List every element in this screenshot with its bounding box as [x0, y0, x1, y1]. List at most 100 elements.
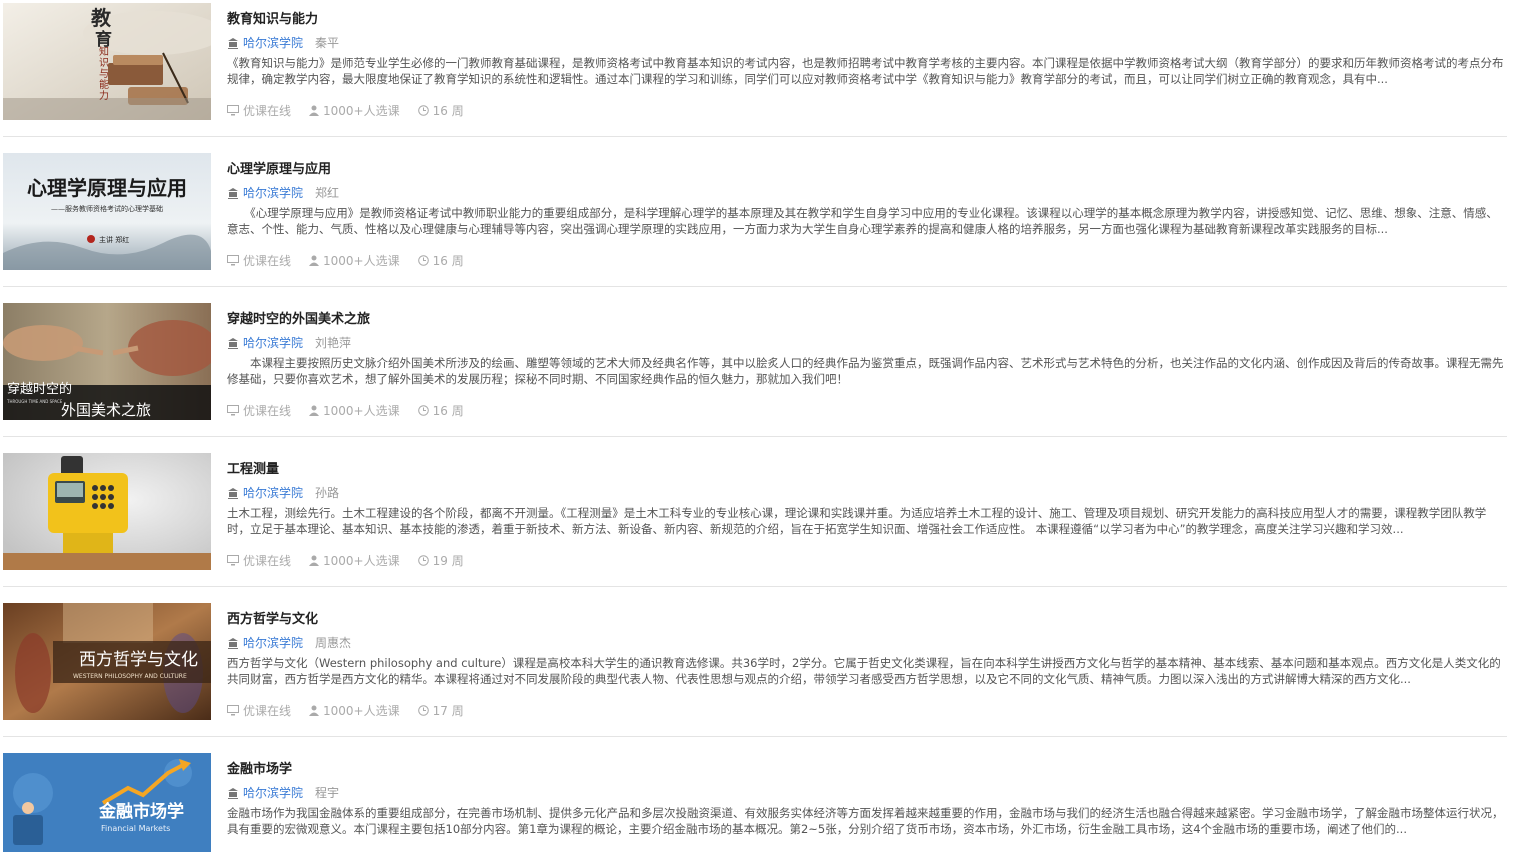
course-item: 西方哲学与文化 WESTERN PHILOSOPHY AND CULTURE 西… [3, 603, 1507, 753]
divider [3, 136, 1507, 137]
cover-char: 力 [99, 89, 109, 102]
school-icon [228, 37, 238, 49]
platform-stat: 优课在线 [227, 252, 291, 269]
teacher-name: 程宇 [315, 786, 340, 800]
course-thumbnail[interactable]: 西方哲学与文化 WESTERN PHILOSOPHY AND CULTURE [3, 603, 211, 720]
school-icon [228, 787, 238, 799]
school-link[interactable]: 哈尔滨学院 [243, 184, 303, 201]
course-title[interactable]: 西方哲学与文化 [227, 608, 318, 627]
course-item: 穿越时空的 THROUGH TIME AND SPACE 外国美术之旅 穿越时空… [3, 303, 1507, 453]
platform-stat: 优课在线 [227, 552, 291, 569]
clock-icon [417, 105, 429, 116]
school-link[interactable]: 哈尔滨学院 [243, 334, 303, 351]
course-stats: 优课在线 1000+人选课 16 周 [227, 102, 482, 119]
user-icon [309, 255, 320, 266]
duration-stat: 17 周 [417, 702, 464, 719]
course-description: 西方哲学与文化（Western philosophy and culture）课… [227, 656, 1501, 686]
course-cover-image: 西方哲学与文化 WESTERN PHILOSOPHY AND CULTURE [3, 603, 211, 720]
teacher-name: 郑红 [315, 186, 340, 200]
user-icon [309, 555, 320, 566]
course-cover-image: 穿越时空的 THROUGH TIME AND SPACE 外国美术之旅 [3, 303, 211, 420]
teacher-name: 周惠杰 [315, 636, 352, 650]
cover-en: Financial Markets [101, 824, 170, 833]
platform-stat: 优课在线 [227, 102, 291, 119]
cover-title: 金融市场学 [98, 801, 184, 822]
school-link[interactable]: 哈尔滨学院 [243, 634, 303, 651]
course-thumbnail[interactable]: 穿越时空的 THROUGH TIME AND SPACE 外国美术之旅 [3, 303, 211, 420]
duration-weeks: 17 周 [432, 704, 464, 718]
course-item: 教 育 知 识 与 能 力 教育知识与能力 哈尔滨学院 秦平 《教育知识与能力》… [3, 3, 1507, 153]
school-link[interactable]: 哈尔滨学院 [243, 34, 303, 51]
enrolled-stat: 1000+人选课 [309, 702, 400, 719]
enrolled-stat: 1000+人选课 [309, 102, 400, 119]
enrolled-count: 1000+人选课 [323, 704, 400, 718]
duration-weeks: 16 周 [432, 254, 464, 268]
clock-icon [417, 705, 429, 716]
platform-label: 优课在线 [243, 554, 292, 568]
course-meta: 哈尔滨学院 刘艳萍 [227, 334, 351, 351]
cover-en: THROUGH TIME AND SPACE [6, 399, 63, 404]
course-meta: 哈尔滨学院 郑红 [227, 184, 339, 201]
divider [3, 736, 1507, 737]
clock-icon [417, 555, 429, 566]
monitor-icon [227, 555, 239, 566]
platform-stat: 优课在线 [227, 402, 291, 419]
course-cover-image: 教 育 知 识 与 能 力 [3, 3, 211, 120]
monitor-icon [227, 255, 239, 266]
cover-subtitle: ——服务教师资格考试的心理学基础 [51, 204, 163, 213]
cover-char: 能 [99, 78, 109, 91]
course-thumbnail[interactable] [3, 453, 211, 570]
divider [3, 436, 1507, 437]
course-description: 土木工程，测绘先行。土木工程建设的各个阶段，都离不开测量。《工程测量》是土木工科… [227, 506, 1487, 536]
duration-stat: 16 周 [417, 102, 464, 119]
duration-stat: 16 周 [417, 402, 464, 419]
monitor-icon [227, 705, 239, 716]
course-stats: 优课在线 1000+人选课 17 周 [227, 702, 482, 719]
enrolled-count: 1000+人选课 [323, 404, 400, 418]
duration-stat: 19 周 [417, 552, 464, 569]
course-thumbnail[interactable]: 教 育 知 识 与 能 力 [3, 3, 211, 120]
platform-stat: 优课在线 [227, 702, 291, 719]
monitor-icon [227, 405, 239, 416]
course-stats: 优课在线 1000+人选课 16 周 [227, 252, 482, 269]
cover-title: 西方哲学与文化 [79, 650, 198, 670]
course-thumbnail[interactable]: 金融市场学 Financial Markets [3, 753, 211, 852]
clock-icon [417, 255, 429, 266]
course-title[interactable]: 工程测量 [227, 458, 279, 477]
school-link[interactable]: 哈尔滨学院 [243, 784, 303, 801]
course-description: 金融市场作为我国金融体系的重要组成部分，在完善市场机制、提供多元化产品和多层次投… [227, 806, 1504, 836]
cover-line-2: 外国美术之旅 [61, 401, 151, 419]
course-thumbnail[interactable]: 心理学原理与应用 ——服务教师资格考试的心理学基础 主讲 郑红 [3, 153, 211, 270]
course-stats: 优课在线 1000+人选课 19 周 [227, 552, 482, 569]
enrolled-stat: 1000+人选课 [309, 252, 400, 269]
course-item: 金融市场学 Financial Markets 金融市场学 哈尔滨学院 程宇 金… [3, 753, 1507, 852]
duration-weeks: 16 周 [432, 404, 464, 418]
enrolled-count: 1000+人选课 [323, 554, 400, 568]
enrolled-stat: 1000+人选课 [309, 402, 400, 419]
duration-weeks: 16 周 [432, 104, 464, 118]
course-title[interactable]: 教育知识与能力 [227, 8, 318, 27]
cover-en: WESTERN PHILOSOPHY AND CULTURE [73, 673, 187, 680]
monitor-icon [227, 105, 239, 116]
cover-char: 教 [91, 6, 112, 30]
course-meta: 哈尔滨学院 孙路 [227, 484, 339, 501]
course-cover-image: 金融市场学 Financial Markets [3, 753, 211, 852]
school-icon [228, 337, 238, 349]
school-link[interactable]: 哈尔滨学院 [243, 484, 303, 501]
cover-author: 主讲 郑红 [99, 235, 129, 244]
course-title[interactable]: 金融市场学 [227, 758, 292, 777]
course-meta: 哈尔滨学院 程宇 [227, 784, 339, 801]
user-icon [309, 105, 320, 116]
course-title[interactable]: 穿越时空的外国美术之旅 [227, 308, 370, 327]
course-description: 《教育知识与能力》是师范专业学生必修的一门教师教育基础课程，是教师资格考试中教育… [227, 56, 1504, 86]
platform-label: 优课在线 [243, 404, 292, 418]
cover-title: 心理学原理与应用 [27, 176, 187, 200]
cover-line-1: 穿越时空的 [7, 381, 72, 397]
cover-char: 知 [99, 45, 109, 58]
course-title[interactable]: 心理学原理与应用 [227, 158, 331, 177]
course-cover-image [3, 453, 211, 570]
course-item: 心理学原理与应用 ——服务教师资格考试的心理学基础 主讲 郑红 心理学原理与应用… [3, 153, 1507, 303]
course-meta: 哈尔滨学院 周惠杰 [227, 634, 351, 651]
enrolled-count: 1000+人选课 [323, 254, 400, 268]
teacher-name: 刘艳萍 [315, 336, 352, 350]
